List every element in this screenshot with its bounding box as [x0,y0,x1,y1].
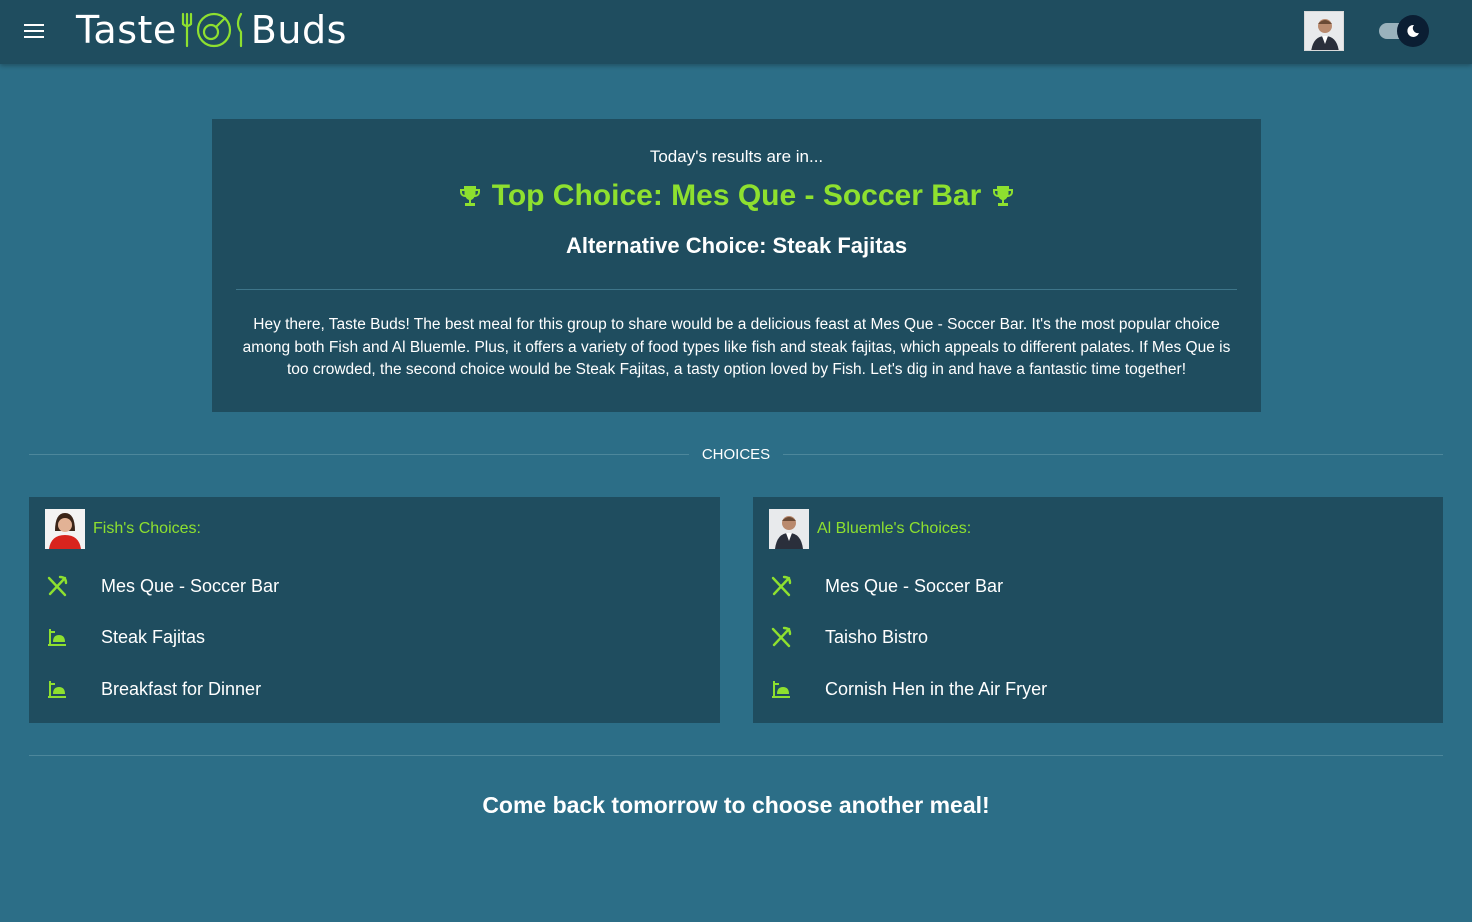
results-intro: Today's results are in... [649,147,824,166]
avatar [45,509,85,549]
results-summary: Hey there, Taste Buds! The best meal for… [242,316,1231,378]
results-panel: Today's results are in... Top Choice: Me… [212,119,1261,412]
top-choice-text: Top Choice: Mes Que - Soccer Bar [491,179,982,212]
list-item-label: Steak Fajitas [101,626,206,647]
logo-text-left: Taste [76,8,177,52]
home-cooking-icon [772,681,790,698]
trophy-icon [459,186,480,206]
results-divider [236,289,1237,290]
home-cooking-icon [48,681,66,698]
avatar-man-photo [1305,12,1343,50]
list-item[interactable]: Steak Fajitas [45,617,705,657]
top-app-bar: Taste Buds [0,0,1472,64]
list-item[interactable]: Mes Que - Soccer Bar [769,566,1429,606]
card-title: Fish's Choices: [93,520,201,537]
card-header: Al Bluemle's Choices: [769,509,971,549]
choices-divider: CHOICES [29,444,1443,464]
home-cooking-icon [48,629,66,646]
app-logo[interactable]: Taste Buds [76,8,347,52]
logo-text-right: Buds [250,8,347,52]
choices-label: CHOICES [691,446,781,463]
dark-mode-toggle[interactable] [1379,15,1429,47]
logo-plate-utensils-icon [181,12,242,48]
list-item-label: Cornish Hen in the Air Fryer [825,678,1048,699]
restaurant-icon [771,575,792,597]
user-avatar[interactable] [1304,11,1344,51]
restaurant-icon [47,575,68,597]
moon-icon [1407,24,1419,37]
alternative-choice-heading: Alternative Choice: Steak Fajitas [565,233,908,258]
card-header: Fish's Choices: [45,509,201,549]
list-item-label: Taisho Bistro [825,626,929,647]
trophy-icon [993,186,1014,206]
avatar-man-photo [769,509,809,549]
restaurant-icon [771,626,792,648]
card-title: Al Bluemle's Choices: [817,520,972,537]
list-item-label: Mes Que - Soccer Bar [825,575,1004,596]
list-item[interactable]: Cornish Hen in the Air Fryer [769,669,1429,709]
avatar-woman-photo [45,509,85,549]
footer-message: Come back tomorrow to choose another mea… [482,792,990,818]
member-choices-card: Fish's Choices: Mes Que - Soccer Bar Ste… [29,497,720,723]
avatar [769,509,809,549]
footer-divider [29,755,1443,756]
menu-icon[interactable] [22,20,48,44]
list-item[interactable]: Taisho Bistro [769,617,1429,657]
list-item[interactable]: Breakfast for Dinner [45,669,705,709]
list-item-label: Mes Que - Soccer Bar [101,575,280,596]
top-choice-heading: Top Choice: Mes Que - Soccer Bar [212,179,1261,213]
list-item-label: Breakfast for Dinner [101,678,262,699]
member-choices-card: Al Bluemle's Choices: Mes Que - Soccer B… [753,497,1443,723]
list-item[interactable]: Mes Que - Soccer Bar [45,566,705,606]
